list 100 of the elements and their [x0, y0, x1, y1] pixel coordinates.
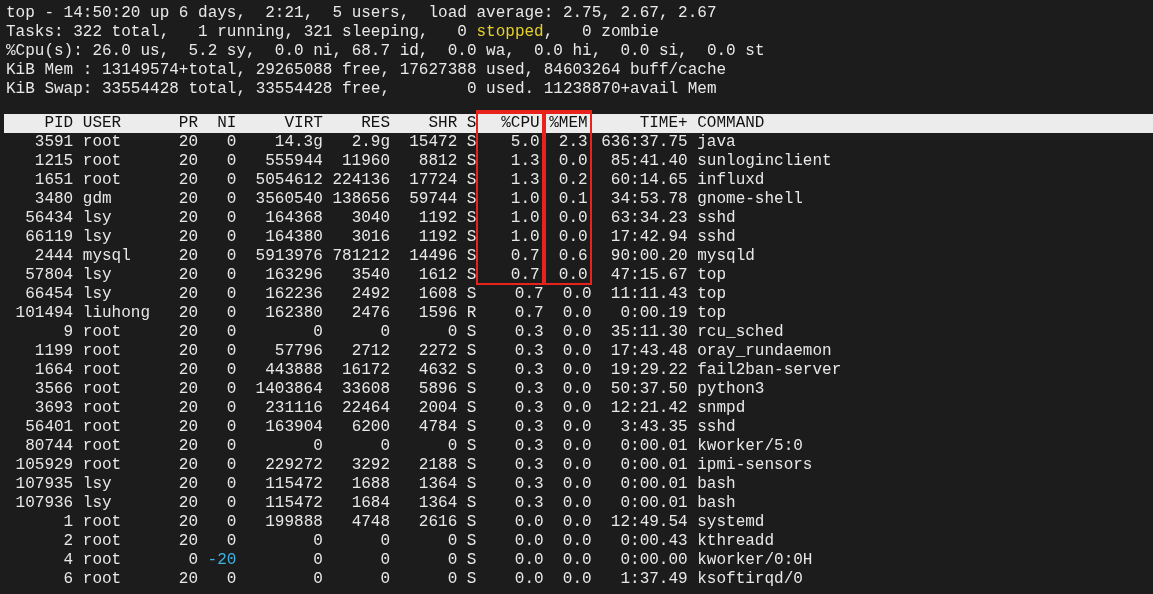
table-cell-text: 1651 — [33, 171, 74, 190]
table-cell-text: 107936 — [14, 494, 74, 513]
table-cell-text: 2.9g — [350, 133, 391, 152]
table-cell-text: 0 — [225, 152, 237, 171]
table-cell-text: S — [465, 323, 477, 342]
table-cell-text: 0 — [225, 399, 237, 418]
table-cell-text: 0:00.43 — [619, 532, 688, 551]
table-cell-text: 16172 — [341, 361, 391, 380]
table-cell-text: 0.0 — [561, 437, 592, 456]
table-cell-text: 20 — [177, 437, 198, 456]
table-cell-text: 2712 — [350, 342, 391, 361]
column-header: SHR — [427, 114, 458, 133]
table-cell-text: 20 — [177, 171, 198, 190]
table-cell-text: 0.0 — [561, 513, 592, 532]
table-cell-text: 0 — [379, 532, 391, 551]
table-cell-text: kworker/5:0 — [696, 437, 804, 456]
table-cell-text: 0.0 — [561, 475, 592, 494]
table-cell: 0.2 — [543, 171, 592, 190]
column-header: COMMAND — [696, 114, 766, 133]
table-cell-text: 22464 — [341, 399, 391, 418]
column-header: S — [465, 114, 477, 133]
table-cell-text: S — [465, 133, 477, 152]
table-cell-text: S — [465, 418, 477, 437]
table-cell-text: 0.0 — [561, 361, 592, 380]
table-cell-text: 781212 — [331, 247, 391, 266]
table-cell-text: S — [465, 456, 477, 475]
table-cell-text: S — [465, 285, 477, 304]
table-cell-text: 5913976 — [254, 247, 323, 266]
table-cell-text: 2272 — [417, 342, 458, 361]
table-cell: 1.0 — [476, 209, 544, 228]
table-cell-text: 1215 — [33, 152, 74, 171]
table-cell-text: 0 — [225, 342, 237, 361]
table-cell-text: 0:00.01 — [619, 494, 688, 513]
table-cell-text: S — [465, 266, 477, 285]
table-cell-text: kthreadd — [696, 532, 776, 551]
table-cell-text: 1688 — [350, 475, 391, 494]
table-cell-text: 0.0 — [561, 323, 592, 342]
table-cell-text: 0 — [225, 532, 237, 551]
table-cell-text: 17:43.48 — [609, 342, 688, 361]
table-cell-text: S — [465, 171, 477, 190]
table-cell-text: 555944 — [264, 152, 323, 171]
table-cell-text: 0.0 — [561, 285, 592, 304]
table-cell-text: S — [465, 361, 477, 380]
table-cell-text: 0.0 — [561, 399, 592, 418]
table-cell: 1.3 — [476, 171, 544, 190]
table-cell-text: S — [465, 152, 477, 171]
table-cell-text: 4748 — [350, 513, 391, 532]
table-cell-text: 0:00.19 — [619, 304, 688, 323]
table-cell-text: 8812 — [417, 152, 458, 171]
table-cell-text: 20 — [177, 361, 198, 380]
table-cell: 0.0 — [543, 152, 592, 171]
table-cell-text: 5896 — [417, 380, 458, 399]
table-cell-text: root — [81, 437, 123, 456]
table-cell-text: 1 — [62, 513, 74, 532]
table-cell-text: root — [81, 551, 123, 570]
table-cell-text: S — [465, 209, 477, 228]
table-cell-text: 199888 — [264, 513, 323, 532]
table-cell-text: top — [696, 266, 728, 285]
table-cell-text: 229272 — [264, 456, 323, 475]
table-cell-text: lsy — [81, 494, 113, 513]
table-cell-text: 101494 — [14, 304, 74, 323]
table-cell-text: S — [465, 247, 477, 266]
table-cell-text: 20 — [177, 570, 198, 589]
table-cell-text: 0.7 — [513, 304, 544, 323]
table-cell-text: mysqld — [696, 247, 756, 266]
table-cell-text: root — [81, 399, 123, 418]
table-cell-text: 20 — [177, 494, 198, 513]
table-cell-text: 0 — [446, 532, 458, 551]
table-cell-text: 60:14.65 — [609, 171, 688, 190]
table-cell: 0.0 — [543, 266, 592, 285]
table-cell-text: S — [465, 513, 477, 532]
table-cell-text: 3693 — [33, 399, 74, 418]
table-cell-text: 0.0 — [513, 513, 544, 532]
table-cell-text: 1612 — [417, 266, 458, 285]
table-cell-text: 0 — [225, 285, 237, 304]
table-cell-text: root — [81, 456, 123, 475]
table-cell-text: 1192 — [417, 209, 458, 228]
table-cell-text: 57804 — [24, 266, 74, 285]
table-cell-text: 0.0 — [561, 532, 592, 551]
table-cell-text: 0.0 — [561, 418, 592, 437]
table-cell-text: 80744 — [24, 437, 74, 456]
table-cell-text: 20 — [177, 513, 198, 532]
table-cell-text: 0:00.00 — [619, 551, 688, 570]
table-cell-text: 0 — [225, 209, 237, 228]
table-cell-text: 20 — [177, 152, 198, 171]
table-cell-text: 0 — [225, 304, 237, 323]
table-cell-text: 164380 — [264, 228, 323, 247]
table-cell-text: 3016 — [350, 228, 391, 247]
table-cell-text: 35:11.30 — [609, 323, 688, 342]
table-cell-text: 20 — [177, 228, 198, 247]
table-cell-text: root — [81, 380, 123, 399]
column-header: USER — [81, 114, 123, 133]
table-cell-text: 33608 — [341, 380, 391, 399]
table-cell-text: 4632 — [417, 361, 458, 380]
table-cell-text: 0.3 — [513, 418, 544, 437]
table-cell-text: S — [465, 380, 477, 399]
table-cell-text: 59744 — [408, 190, 458, 209]
table-cell-text: 115472 — [264, 494, 323, 513]
table-cell-text: 1596 — [417, 304, 458, 323]
table-cell-text: 1684 — [350, 494, 391, 513]
